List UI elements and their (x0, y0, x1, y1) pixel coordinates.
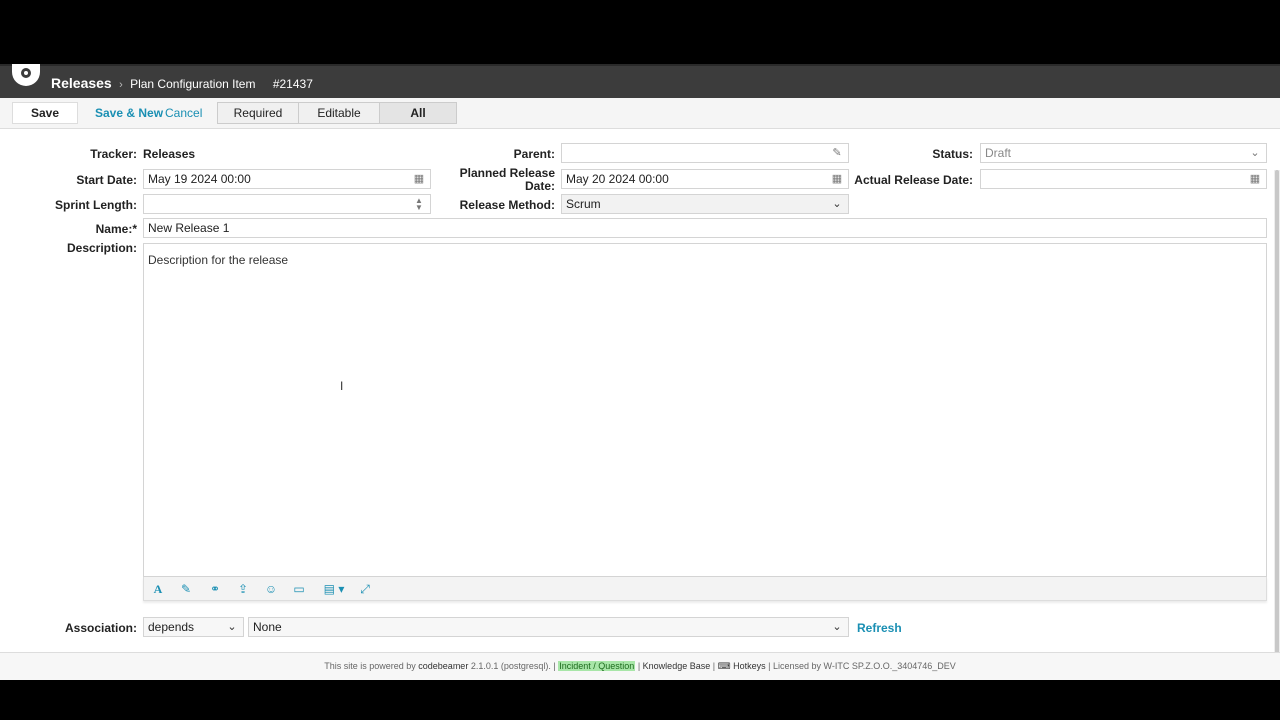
filter-required-button[interactable]: Required (218, 103, 299, 123)
footer-incident-link[interactable]: Incident / Question (558, 661, 636, 671)
release-method-label: Release Method: (459, 198, 555, 212)
table-icon[interactable]: ▤ ▾ (320, 581, 348, 597)
upload-icon[interactable]: ⇪ (235, 581, 251, 597)
expand-icon[interactable]: ⤢ (357, 581, 373, 597)
sprint-length-label: Sprint Length: (55, 198, 137, 212)
calendar-icon[interactable]: ▦ (830, 172, 844, 186)
name-label: Name:* (95, 222, 137, 236)
release-method-value: Scrum (566, 197, 601, 211)
text-cursor-icon: I (340, 379, 344, 393)
tracker-value: Releases (143, 147, 196, 161)
breadcrumb-tracker[interactable]: Releases (51, 75, 112, 91)
header-bar: Releases › Plan Configuration Item #2143… (0, 64, 1280, 98)
cancel-link[interactable]: Cancel (165, 106, 202, 120)
keyboard-icon: ⌨ (717, 661, 731, 671)
actual-release-date-field[interactable]: ▦ (980, 169, 1267, 189)
footer-licensee: W-ITC SP.Z.O.O._3404746_DEV (823, 661, 956, 671)
footer-knowledge-base-link[interactable]: Knowledge Base (643, 661, 711, 671)
stepper-arrows-icon[interactable]: ▲ ▼ (412, 197, 426, 212)
parent-label: Parent: (513, 147, 555, 161)
pencil-icon[interactable]: ✎ (830, 146, 844, 160)
codebeamer-logo-icon[interactable] (12, 64, 40, 86)
start-date-field[interactable]: May 19 2024 00:00 ▦ (143, 169, 431, 189)
chevron-down-icon: ⌄ (832, 198, 842, 210)
footer-version: 2.1.0.1 (postgresql). | (470, 661, 556, 671)
font-icon[interactable]: A (150, 581, 166, 597)
name-input[interactable]: New Release 1 (143, 218, 1267, 238)
footer-licensed-text: | Licensed by (768, 661, 822, 671)
association-label: Association: (64, 621, 137, 635)
description-text: Description for the release (148, 253, 289, 267)
calendar-icon[interactable]: ▦ (1248, 172, 1262, 186)
parent-field[interactable]: ✎ (561, 143, 849, 163)
footer-powered-text: This site is powered by (324, 661, 416, 671)
actual-release-date-label: Actual Release Date: (854, 173, 973, 187)
description-label: Description: (66, 241, 137, 255)
association-type-select[interactable]: depends ⌄ (143, 617, 244, 637)
planned-release-label: Planned Release Date: (460, 167, 555, 193)
refresh-link[interactable]: Refresh (857, 621, 902, 635)
association-target-value: None (253, 620, 282, 634)
emoji-icon[interactable]: ☺ (263, 581, 279, 597)
scrollbar-thumb[interactable] (1275, 170, 1279, 670)
status-label: Status: (932, 147, 973, 161)
breadcrumb-separator: › (119, 79, 123, 91)
breadcrumb-page: Plan Configuration Item (130, 77, 256, 91)
filter-all-button[interactable]: All (380, 103, 456, 123)
page-scrollbar[interactable] (1274, 170, 1280, 670)
name-value: New Release 1 (148, 221, 230, 235)
footer-separator: | (712, 661, 716, 671)
footer-product-link[interactable]: codebeamer (418, 661, 468, 671)
association-type-value: depends (148, 620, 195, 634)
app-window: Releases › Plan Configuration Item #2143… (0, 64, 1280, 680)
planned-release-label-line2: Date: (524, 179, 555, 193)
planned-release-date-value: May 20 2024 00:00 (566, 172, 669, 186)
planned-release-date-field[interactable]: May 20 2024 00:00 ▦ (561, 169, 849, 189)
item-id: #21437 (272, 77, 313, 91)
start-date-value: May 19 2024 00:00 (148, 172, 251, 186)
chevron-down-icon: ⌄ (227, 621, 237, 633)
status-value: Draft (985, 146, 1012, 160)
planned-release-label-line1: Planned Release (459, 166, 555, 180)
footer: This site is powered by codebeamer 2.1.0… (0, 652, 1280, 680)
status-select[interactable]: Draft ⌄ (980, 143, 1267, 163)
action-toolbar: Save Save & New Cancel Required Editable… (0, 98, 1280, 129)
chevron-down-icon: ⌄ (1250, 147, 1260, 159)
calendar-icon[interactable]: ▦ (412, 172, 426, 186)
edit-icon[interactable]: ✎ (178, 581, 194, 597)
link-icon[interactable]: ⚭ (207, 581, 223, 597)
footer-separator: | (637, 661, 641, 671)
tracker-label: Tracker: (90, 147, 137, 161)
editor-toolbar: A ✎ ⚭ ⇪ ☺ ▭ ▤ ▾ ⤢ (143, 577, 1267, 601)
breadcrumb: Releases › Plan Configuration Item #2143… (51, 75, 313, 91)
save-new-link[interactable]: Save & New (95, 106, 163, 120)
save-button[interactable]: Save (12, 102, 78, 124)
footer-hotkeys-link[interactable]: Hotkeys (733, 661, 766, 671)
description-editor[interactable]: Description for the release (143, 243, 1267, 577)
sprint-length-stepper[interactable]: ▲ ▼ (143, 194, 431, 214)
chevron-down-icon: ⌄ (832, 621, 842, 633)
field-filter-segmented: Required Editable All (217, 102, 457, 124)
start-date-label: Start Date: (76, 173, 137, 187)
release-method-select[interactable]: Scrum ⌄ (561, 194, 849, 214)
association-target-select[interactable]: None ⌄ (248, 617, 849, 637)
filter-editable-button[interactable]: Editable (299, 103, 380, 123)
screen-icon[interactable]: ▭ (291, 581, 307, 597)
